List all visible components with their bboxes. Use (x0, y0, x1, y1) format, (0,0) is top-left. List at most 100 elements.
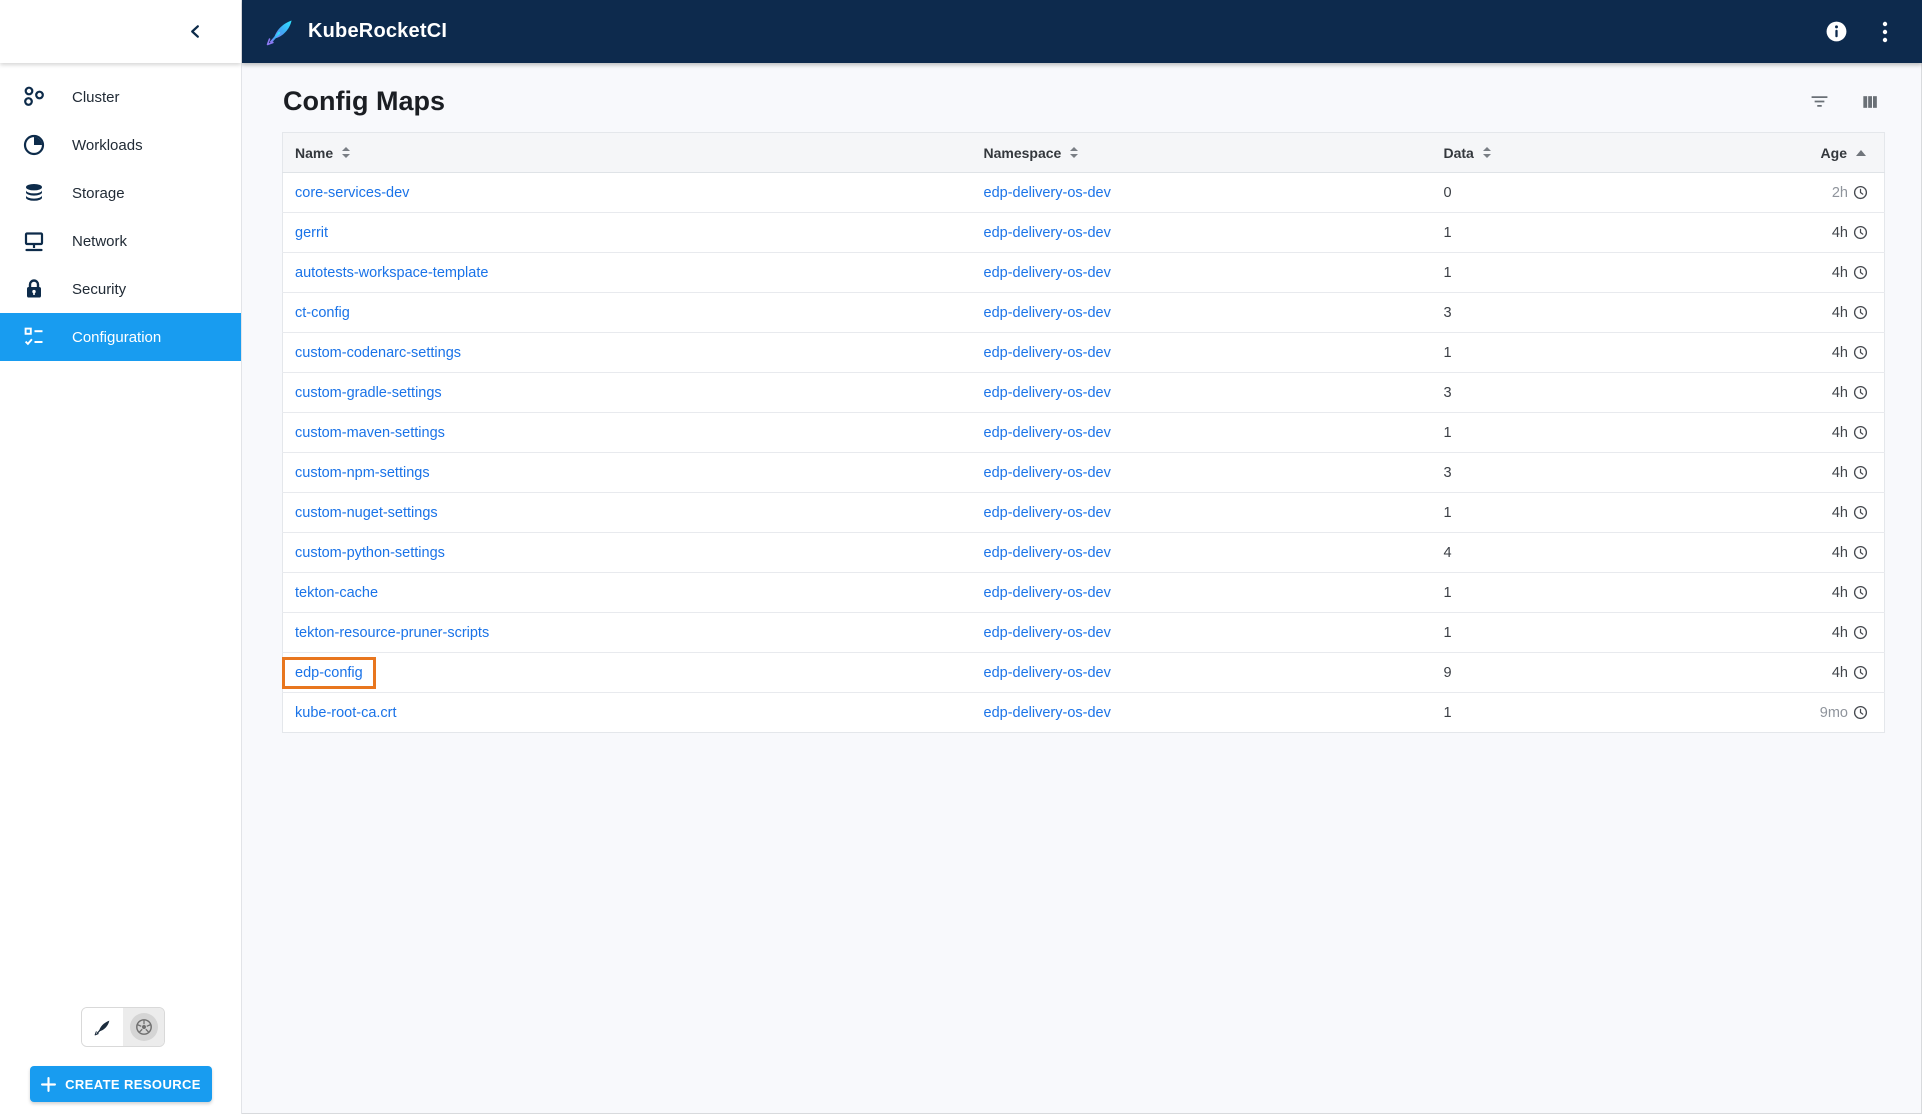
namespace-link[interactable]: edp-delivery-os-dev (984, 545, 1111, 561)
sidebar-item-security[interactable]: Security (0, 265, 241, 313)
filter-button[interactable] (1805, 87, 1834, 116)
main-content: Config Maps Name Namespace Data Age core-se… (242, 63, 1922, 1114)
data-count: 3 (1443, 304, 1452, 321)
namespace-link[interactable]: edp-delivery-os-dev (984, 505, 1111, 521)
kebab-menu-icon (1882, 21, 1888, 43)
column-label: Namespace (983, 144, 1062, 161)
configmap-link[interactable]: custom-nuget-settings (295, 505, 438, 521)
clock-icon (1853, 385, 1868, 400)
table-row: ct-config edp-delivery-os-dev 3 4h (282, 292, 1885, 333)
configmap-link[interactable]: gerrit (295, 225, 328, 241)
table-row: tekton-resource-pruner-scripts edp-delive… (282, 612, 1885, 653)
column-header-namespace[interactable]: Namespace (971, 132, 1432, 173)
kubernetes-wheel-icon (135, 1018, 153, 1036)
table-row: gerrit edp-delivery-os-dev 1 4h (282, 212, 1885, 253)
chevron-left-icon[interactable] (182, 18, 209, 45)
age-value: 4h (1831, 584, 1848, 601)
clock-icon (1853, 545, 1868, 560)
configmaps-table-wrap: Name Namespace Data Age core-services-dev ed… (282, 132, 1885, 733)
appbar-actions (1821, 16, 1892, 47)
data-count: 1 (1443, 704, 1452, 721)
namespace-link[interactable]: edp-delivery-os-dev (984, 585, 1111, 601)
namespace-link[interactable]: edp-delivery-os-dev (984, 425, 1111, 441)
namespace-link[interactable]: edp-delivery-os-dev (984, 225, 1111, 241)
configmap-link[interactable]: tekton-cache (295, 585, 378, 601)
namespace-link[interactable]: edp-delivery-os-dev (984, 265, 1111, 281)
sidebar-item-workloads[interactable]: Workloads (0, 121, 241, 169)
age-value: 4h (1831, 384, 1848, 401)
table-row: autotests-workspace-template edp-delivery… (282, 252, 1885, 293)
table-row: custom-gradle-settings edp-delivery-os-de… (282, 372, 1885, 413)
sidebar: Cluster Workloads Storage Network Security Co… (0, 0, 242, 1114)
namespace-link[interactable]: edp-delivery-os-dev (984, 465, 1111, 481)
age-value: 4h (1831, 544, 1848, 561)
namespace-link[interactable]: edp-delivery-os-dev (984, 705, 1111, 721)
sidebar-item-network[interactable]: Network (0, 217, 241, 265)
data-count: 1 (1443, 224, 1452, 241)
sort-icon (1070, 147, 1079, 158)
configmap-link[interactable]: custom-maven-settings (295, 425, 445, 441)
data-count: 4 (1443, 544, 1452, 561)
data-count: 9 (1443, 664, 1452, 681)
table-row: core-services-dev edp-delivery-os-dev 0 2h (282, 172, 1885, 213)
namespace-link[interactable]: edp-delivery-os-dev (984, 625, 1111, 641)
configmap-link[interactable]: ct-config (295, 305, 350, 321)
table-row: custom-npm-settings edp-delivery-os-dev 3 4… (282, 452, 1885, 493)
configmap-link[interactable]: tekton-resource-pruner-scripts (295, 625, 489, 641)
namespace-link[interactable]: edp-delivery-os-dev (984, 385, 1111, 401)
info-button[interactable] (1821, 16, 1852, 47)
columns-button[interactable] (1856, 88, 1884, 116)
clock-icon (1853, 185, 1868, 200)
theme-toggle-kubernetes[interactable] (123, 1008, 164, 1046)
configmap-link[interactable]: custom-python-settings (295, 545, 445, 561)
sidebar-item-storage[interactable]: Storage (0, 169, 241, 217)
configuration-icon (22, 325, 46, 349)
age-value: 4h (1831, 264, 1848, 281)
column-header-age[interactable]: Age (1640, 132, 1885, 173)
data-count: 3 (1443, 464, 1452, 481)
sidebar-nav: Cluster Workloads Storage Network Security Co… (0, 63, 241, 361)
table-row: custom-codenarc-settings edp-delivery-os-… (282, 332, 1885, 373)
data-count: 0 (1443, 184, 1452, 201)
configmap-link[interactable]: custom-codenarc-settings (295, 345, 461, 361)
clock-icon (1853, 305, 1868, 320)
age-value: 4h (1831, 344, 1848, 361)
sidebar-item-configuration[interactable]: Configuration (0, 313, 241, 361)
age-value: 4h (1831, 464, 1848, 481)
header-row: Name Namespace Data Age (282, 132, 1885, 173)
configmap-link[interactable]: custom-npm-settings (295, 465, 430, 481)
age-value: 4h (1831, 504, 1848, 521)
configmap-link[interactable]: core-services-dev (295, 185, 409, 201)
create-resource-button[interactable]: CREATE RESOURCE (30, 1066, 212, 1102)
column-label: Data (1443, 144, 1474, 161)
sort-icon (342, 147, 351, 158)
table-row: custom-maven-settings edp-delivery-os-dev… (282, 412, 1885, 453)
namespace-link[interactable]: edp-delivery-os-dev (984, 305, 1111, 321)
namespace-link[interactable]: edp-delivery-os-dev (984, 665, 1111, 681)
sidebar-item-label: Network (72, 232, 128, 250)
data-count: 3 (1443, 384, 1452, 401)
filter-icon (1809, 91, 1830, 112)
namespace-link[interactable]: edp-delivery-os-dev (984, 345, 1111, 361)
sidebar-item-label: Security (72, 280, 127, 298)
namespace-link[interactable]: edp-delivery-os-dev (984, 185, 1111, 201)
quill-theme-icon (93, 1018, 112, 1037)
more-menu-button[interactable] (1878, 17, 1892, 47)
create-resource-label: CREATE RESOURCE (65, 1076, 201, 1092)
sort-icon (1482, 147, 1491, 158)
column-header-data[interactable]: Data (1431, 132, 1641, 173)
sidebar-item-label: Storage (72, 184, 125, 202)
table-row: custom-nuget-settings edp-delivery-os-dev… (282, 492, 1885, 533)
data-count: 1 (1443, 424, 1452, 441)
clock-icon (1853, 425, 1868, 440)
configmap-link[interactable]: custom-gradle-settings (295, 385, 442, 401)
configmap-link-highlighted[interactable]: edp-config (282, 656, 376, 689)
theme-toggle-kuberocketci[interactable] (82, 1008, 123, 1046)
column-header-name[interactable]: Name (282, 132, 972, 173)
configmap-link[interactable]: kube-root-ca.crt (295, 705, 397, 721)
sidebar-bottom: CREATE RESOURCE (0, 1007, 241, 1102)
configmap-link[interactable]: autotests-workspace-template (295, 265, 488, 281)
sidebar-item-cluster[interactable]: Cluster (0, 73, 241, 121)
column-label: Name (295, 144, 334, 161)
data-count: 1 (1443, 264, 1452, 281)
